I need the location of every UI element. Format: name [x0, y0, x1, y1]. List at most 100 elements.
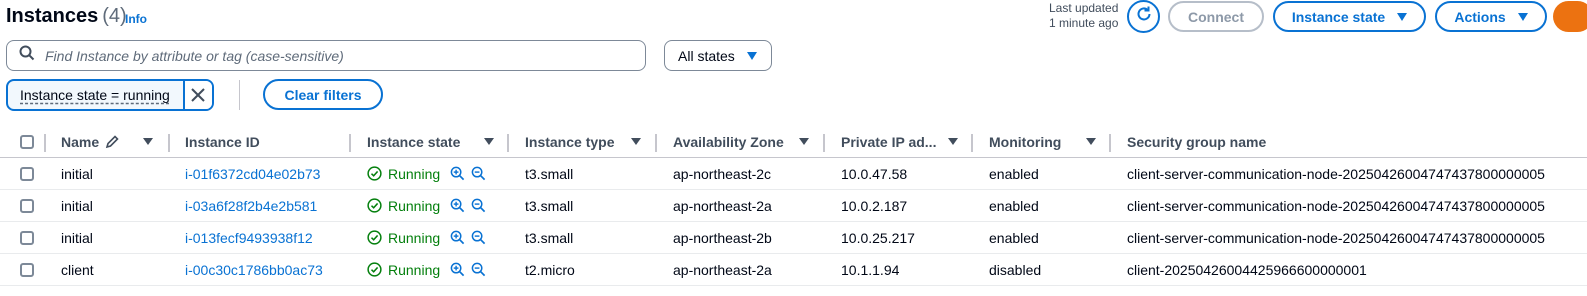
cell-private-ip: 10.0.2.187 [841, 197, 908, 214]
header-instance-id[interactable]: Instance ID [185, 126, 260, 157]
last-updated-label: Last updated [1049, 1, 1119, 15]
zoom-out-icon[interactable] [471, 198, 486, 213]
row-select-cell [20, 222, 34, 253]
cell-availability-zone: ap-northeast-2c [673, 165, 772, 182]
select-all-checkbox[interactable] [20, 134, 34, 149]
page-title-text: Instances [6, 5, 99, 27]
launch-instances-button[interactable] [1553, 1, 1587, 32]
column-separator [44, 134, 46, 152]
info-link[interactable]: Info [125, 12, 147, 26]
cell-availability-zone: ap-northeast-2a [673, 261, 772, 278]
column-separator [971, 134, 973, 152]
sort-caret-icon[interactable] [948, 138, 958, 145]
actions-button[interactable]: Actions [1435, 1, 1547, 32]
cell-monitoring: enabled [989, 197, 1039, 214]
refresh-button[interactable] [1127, 0, 1160, 33]
column-separator [1109, 134, 1111, 152]
header-monitoring[interactable]: Monitoring [989, 126, 1061, 157]
state-actions [450, 230, 486, 245]
sort-caret-icon[interactable] [1086, 138, 1096, 145]
search-box[interactable] [6, 40, 646, 71]
cell-instance-state: Running [367, 190, 486, 221]
header-availability-zone[interactable]: Availability Zone [673, 126, 784, 157]
row-checkbox[interactable] [20, 166, 34, 181]
caret-down-icon [1397, 12, 1408, 21]
cell-availability-zone: ap-northeast-2b [673, 229, 772, 246]
sort-caret-icon[interactable] [484, 138, 494, 145]
states-select-value: All states [678, 47, 735, 64]
zoom-in-icon[interactable] [450, 262, 465, 277]
pencil-icon [105, 134, 119, 148]
sort-caret-icon[interactable] [631, 138, 641, 145]
check-circle-icon [367, 198, 382, 213]
row-select-cell [20, 190, 34, 221]
zoom-in-icon[interactable] [450, 198, 465, 213]
header-name[interactable]: Name [61, 126, 119, 157]
column-separator [655, 134, 657, 152]
last-updated-time: 1 minute ago [1049, 16, 1119, 30]
zoom-out-icon[interactable] [471, 262, 486, 277]
cell-instance-id-link[interactable]: i-01f6372cd04e02b73 [185, 158, 320, 189]
cell-security-group: client-20250426004425966600000001 [1127, 261, 1367, 278]
row-checkbox[interactable] [20, 230, 34, 245]
state-actions [450, 166, 486, 181]
filter-token-label[interactable]: Instance state = running [8, 87, 183, 103]
caret-down-icon [747, 51, 757, 60]
cell-availability-zone: ap-northeast-2a [673, 197, 772, 214]
cell-security-group: client-server-communication-node-2025042… [1127, 197, 1545, 214]
instance-state-button[interactable]: Instance state [1273, 1, 1426, 32]
zoom-in-icon[interactable] [450, 166, 465, 181]
zoom-in-icon[interactable] [450, 230, 465, 245]
row-checkbox[interactable] [20, 262, 34, 277]
zoom-out-icon[interactable] [471, 230, 486, 245]
cell-name: initial [61, 165, 93, 182]
status-text: Running [388, 261, 441, 278]
sort-caret-icon[interactable] [799, 138, 809, 145]
status-running: Running [367, 166, 440, 182]
row-select-cell [20, 254, 34, 285]
header-security-group[interactable]: Security group name [1127, 126, 1266, 157]
status-text: Running [388, 165, 441, 182]
row-select-cell [20, 158, 34, 189]
cell-instance-type: t3.small [525, 165, 574, 182]
filter-dismiss-button[interactable] [182, 81, 212, 109]
cell-name: client [61, 261, 94, 278]
cell-instance-id-link[interactable]: i-00c30c1786bb0ac73 [185, 254, 323, 285]
header-instance-state[interactable]: Instance state [367, 126, 460, 157]
filter-token[interactable]: Instance state = running [6, 79, 214, 111]
cell-monitoring: disabled [989, 261, 1042, 278]
status-text: Running [388, 197, 441, 214]
divider [239, 80, 240, 110]
clear-filters-button[interactable]: Clear filters [263, 79, 383, 110]
page-title: Instances (4) [6, 5, 127, 28]
cell-instance-id-link[interactable]: i-03a6f28f2b4e2b581 [185, 190, 317, 221]
cell-instance-id-link[interactable]: i-013fecf9493938f12 [185, 222, 313, 253]
header-instance-type[interactable]: Instance type [525, 126, 614, 157]
sort-caret-icon[interactable] [143, 138, 153, 145]
zoom-out-icon[interactable] [471, 166, 486, 181]
state-actions [450, 198, 486, 213]
table-row[interactable]: initial i-03a6f28f2b4e2b581 Running t3.s… [0, 190, 1587, 222]
cell-private-ip: 10.0.25.217 [841, 229, 915, 246]
check-circle-icon [367, 230, 382, 245]
state-actions [450, 262, 486, 277]
search-input[interactable] [45, 47, 605, 64]
header-private-ip[interactable]: Private IP ad... [841, 126, 936, 157]
cell-instance-state: Running [367, 222, 486, 253]
cell-security-group: client-server-communication-node-2025042… [1127, 229, 1545, 246]
refresh-icon [1135, 5, 1153, 28]
table-row[interactable]: client i-00c30c1786bb0ac73 Running t2.mi… [0, 254, 1587, 286]
instance-state-label: Instance state [1291, 8, 1386, 25]
column-separator [349, 134, 351, 152]
table-row[interactable]: initial i-013fecf9493938f12 Running t3.s… [0, 222, 1587, 254]
caret-down-icon [1517, 12, 1528, 21]
states-select[interactable]: All states [664, 40, 772, 71]
row-checkbox[interactable] [20, 198, 34, 213]
close-icon [191, 88, 205, 102]
table-row[interactable]: initial i-01f6372cd04e02b73 Running t3.s… [0, 158, 1587, 190]
check-circle-icon [367, 262, 382, 277]
column-separator [823, 134, 825, 152]
connect-button[interactable]: Connect [1168, 1, 1264, 32]
cell-instance-state: Running [367, 158, 486, 189]
check-circle-icon [367, 166, 382, 181]
